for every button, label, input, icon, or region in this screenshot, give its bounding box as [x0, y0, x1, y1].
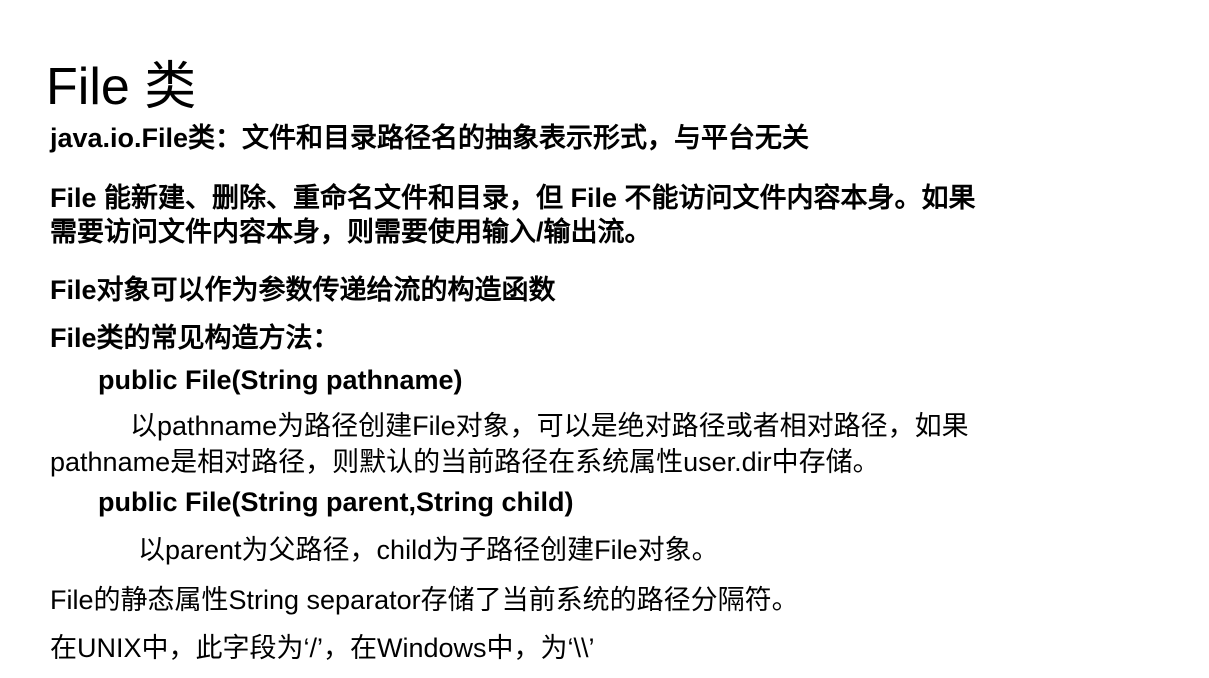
text-line-file-capabilities-cont: 需要访问文件内容本身，则需要使用输入/输出流。: [50, 217, 652, 247]
text-line-file-class-definition: java.io.File类：文件和目录路径名的抽象表示形式，与平台无关: [50, 123, 810, 153]
text-line-separator: File的静态属性String separator存储了当前系统的路径分隔符。: [50, 585, 799, 615]
code-constructor-parent-child: public File(String parent,String child): [98, 487, 574, 517]
text-line-file-capabilities: File 能新建、删除、重命名文件和目录，但 File 不能访问文件内容本身。如…: [50, 183, 976, 213]
slide-title: File 类: [46, 58, 197, 116]
text-line-pathname-desc-cont: pathname是相对路径，则默认的当前路径在系统属性user.dir中存储。: [50, 447, 880, 477]
text-line-separator-values: 在UNIX中，此字段为‘/’，在Windows中，为‘\\’: [50, 633, 595, 663]
text-line-constructors-heading: File类的常见构造方法：: [50, 323, 340, 353]
slide: File 类 java.io.File类：文件和目录路径名的抽象表示形式，与平台…: [0, 0, 1209, 678]
text-line-parent-child-desc: 以parent为父路径，child为子路径创建File对象。: [138, 535, 719, 565]
text-line-file-as-parameter: File对象可以作为参数传递给流的构造函数: [50, 275, 556, 305]
text-line-pathname-desc: 以pathname为路径创建File对象，可以是绝对路径或者相对路径，如果: [130, 411, 969, 441]
code-constructor-pathname: public File(String pathname): [98, 365, 463, 395]
